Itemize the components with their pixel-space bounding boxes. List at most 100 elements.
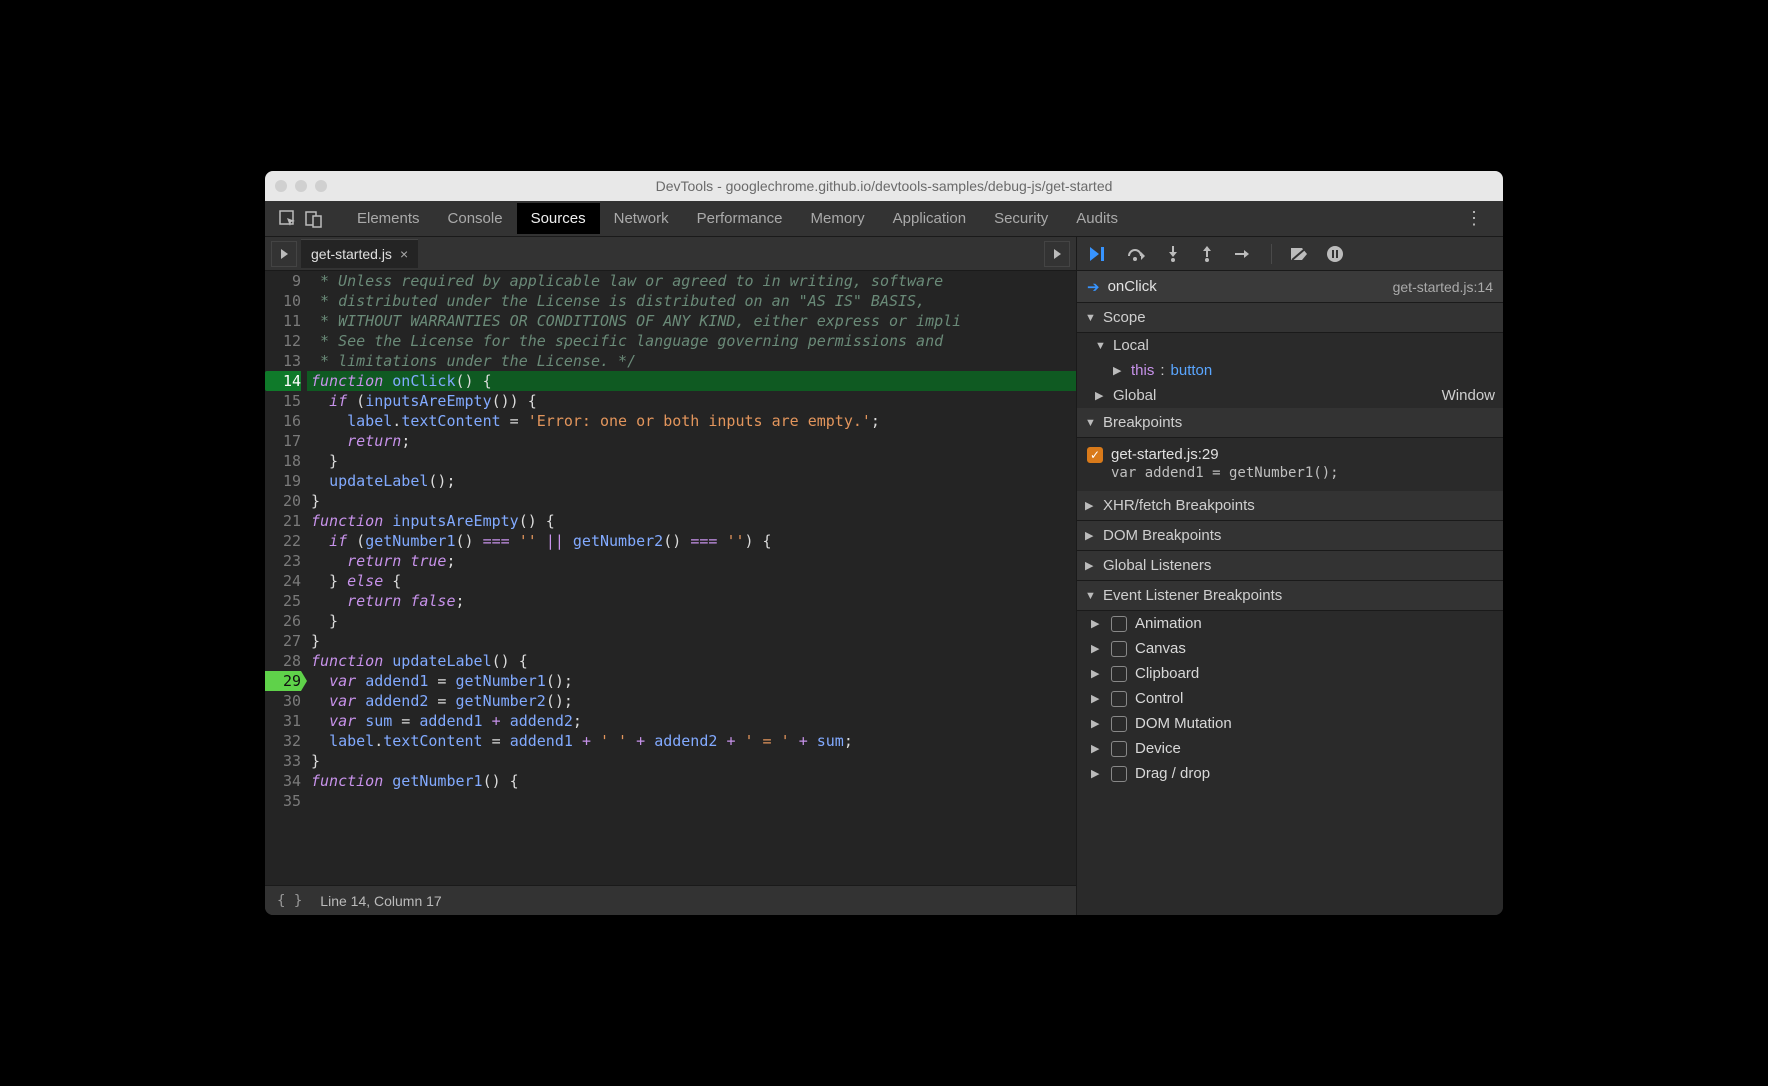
tab-performance[interactable]: Performance [683,203,797,234]
line-number[interactable]: 17 [265,431,301,451]
tab-memory[interactable]: Memory [797,203,879,234]
code-line[interactable]: } [307,751,1076,771]
code-line[interactable]: function updateLabel() { [307,651,1076,671]
code-line[interactable]: return false; [307,591,1076,611]
code-line[interactable]: return true; [307,551,1076,571]
tab-console[interactable]: Console [434,203,517,234]
step-out-icon[interactable] [1199,245,1215,263]
scope-global-row[interactable]: ▶ Global Window [1077,383,1503,408]
tab-elements[interactable]: Elements [343,203,434,234]
line-number[interactable]: 10 [265,291,301,311]
line-number[interactable]: 19 [265,471,301,491]
tab-application[interactable]: Application [879,203,980,234]
checkbox-icon[interactable]: ✓ [1087,447,1103,463]
tab-sources[interactable]: Sources [517,203,600,234]
code-line[interactable]: } [307,631,1076,651]
line-number[interactable]: 18 [265,451,301,471]
line-number[interactable]: 21 [265,511,301,531]
code-line[interactable]: } else { [307,571,1076,591]
elb-item[interactable]: ▶Animation [1077,611,1503,636]
callstack-current[interactable]: ➔ onClick get-started.js:14 [1077,271,1503,303]
step-over-icon[interactable] [1127,246,1147,262]
code-line[interactable]: updateLabel(); [307,471,1076,491]
line-number[interactable]: 14 [265,371,301,391]
code-line[interactable]: } [307,451,1076,471]
line-number[interactable]: 35 [265,791,301,811]
elb-item[interactable]: ▶Clipboard [1077,661,1503,686]
device-toggle-icon[interactable] [303,208,325,230]
scope-local-header[interactable]: ▼ Local [1077,333,1503,358]
line-number[interactable]: 34 [265,771,301,791]
code-line[interactable]: function getNumber1() { [307,771,1076,791]
dom-breakpoints-header[interactable]: ▶ DOM Breakpoints [1077,521,1503,551]
show-debugger-icon[interactable] [1044,241,1070,267]
file-tab[interactable]: get-started.js × [301,239,418,268]
code-line[interactable]: var addend1 = getNumber1(); [307,671,1076,691]
close-icon[interactable]: × [400,246,408,262]
elb-item[interactable]: ▶Canvas [1077,636,1503,661]
code-line[interactable]: var addend2 = getNumber2(); [307,691,1076,711]
gutter[interactable]: 9101112131415161718192021222324252627282… [265,271,307,885]
code-line[interactable]: * distributed under the License is distr… [307,291,1076,311]
code-line[interactable]: label.textContent = addend1 + ' ' + adde… [307,731,1076,751]
checkbox-icon[interactable] [1111,741,1127,757]
step-into-icon[interactable] [1165,245,1181,263]
line-number[interactable]: 30 [265,691,301,711]
line-number[interactable]: 15 [265,391,301,411]
checkbox-icon[interactable] [1111,616,1127,632]
code-line[interactable]: function onClick() { [307,371,1076,391]
elb-item[interactable]: ▶DOM Mutation [1077,711,1503,736]
show-navigator-icon[interactable] [271,241,297,267]
line-number[interactable]: 16 [265,411,301,431]
more-options-icon[interactable]: ⋮ [1457,208,1491,229]
scope-section-header[interactable]: ▼ Scope [1077,303,1503,333]
step-icon[interactable] [1233,246,1253,262]
checkbox-icon[interactable] [1111,641,1127,657]
elb-item[interactable]: ▶Control [1077,686,1503,711]
deactivate-breakpoints-icon[interactable] [1290,246,1308,262]
line-number[interactable]: 13 [265,351,301,371]
line-number[interactable]: 27 [265,631,301,651]
code-line[interactable]: * WITHOUT WARRANTIES OR CONDITIONS OF AN… [307,311,1076,331]
code-line[interactable]: return; [307,431,1076,451]
line-number[interactable]: 12 [265,331,301,351]
line-number[interactable]: 26 [265,611,301,631]
code-line[interactable]: if (inputsAreEmpty()) { [307,391,1076,411]
checkbox-icon[interactable] [1111,691,1127,707]
event-listener-breakpoints-header[interactable]: ▼ Event Listener Breakpoints [1077,581,1503,611]
line-number[interactable]: 22 [265,531,301,551]
line-number[interactable]: 33 [265,751,301,771]
minimize-window-button[interactable] [295,180,307,192]
tab-network[interactable]: Network [600,203,683,234]
line-number[interactable]: 11 [265,311,301,331]
inspect-element-icon[interactable] [277,208,299,230]
code-line[interactable]: if (getNumber1() === '' || getNumber2() … [307,531,1076,551]
pretty-print-icon[interactable]: { } [277,893,302,909]
checkbox-icon[interactable] [1111,716,1127,732]
code-line[interactable]: } [307,491,1076,511]
code-line[interactable]: label.textContent = 'Error: one or both … [307,411,1076,431]
code-area[interactable]: * Unless required by applicable law or a… [307,271,1076,885]
global-listeners-header[interactable]: ▶ Global Listeners [1077,551,1503,581]
resume-icon[interactable] [1089,246,1109,262]
scope-this-row[interactable]: ▶ this: button [1077,358,1503,383]
code-line[interactable]: * See the License for the specific langu… [307,331,1076,351]
tab-security[interactable]: Security [980,203,1062,234]
code-line[interactable]: * limitations under the License. */ [307,351,1076,371]
checkbox-icon[interactable] [1111,766,1127,782]
tab-audits[interactable]: Audits [1062,203,1132,234]
elb-item[interactable]: ▶Device [1077,736,1503,761]
code-line[interactable]: * Unless required by applicable law or a… [307,271,1076,291]
line-number[interactable]: 28 [265,651,301,671]
line-number[interactable]: 32 [265,731,301,751]
xhr-breakpoints-header[interactable]: ▶ XHR/fetch Breakpoints [1077,491,1503,521]
code-editor[interactable]: 9101112131415161718192021222324252627282… [265,271,1076,885]
line-number[interactable]: 9 [265,271,301,291]
line-number[interactable]: 24 [265,571,301,591]
breakpoints-section-header[interactable]: ▼ Breakpoints [1077,408,1503,438]
line-number[interactable]: 29 [265,671,301,691]
line-number[interactable]: 20 [265,491,301,511]
pause-on-exceptions-icon[interactable] [1326,245,1344,263]
code-line[interactable] [307,791,1076,811]
close-window-button[interactable] [275,180,287,192]
